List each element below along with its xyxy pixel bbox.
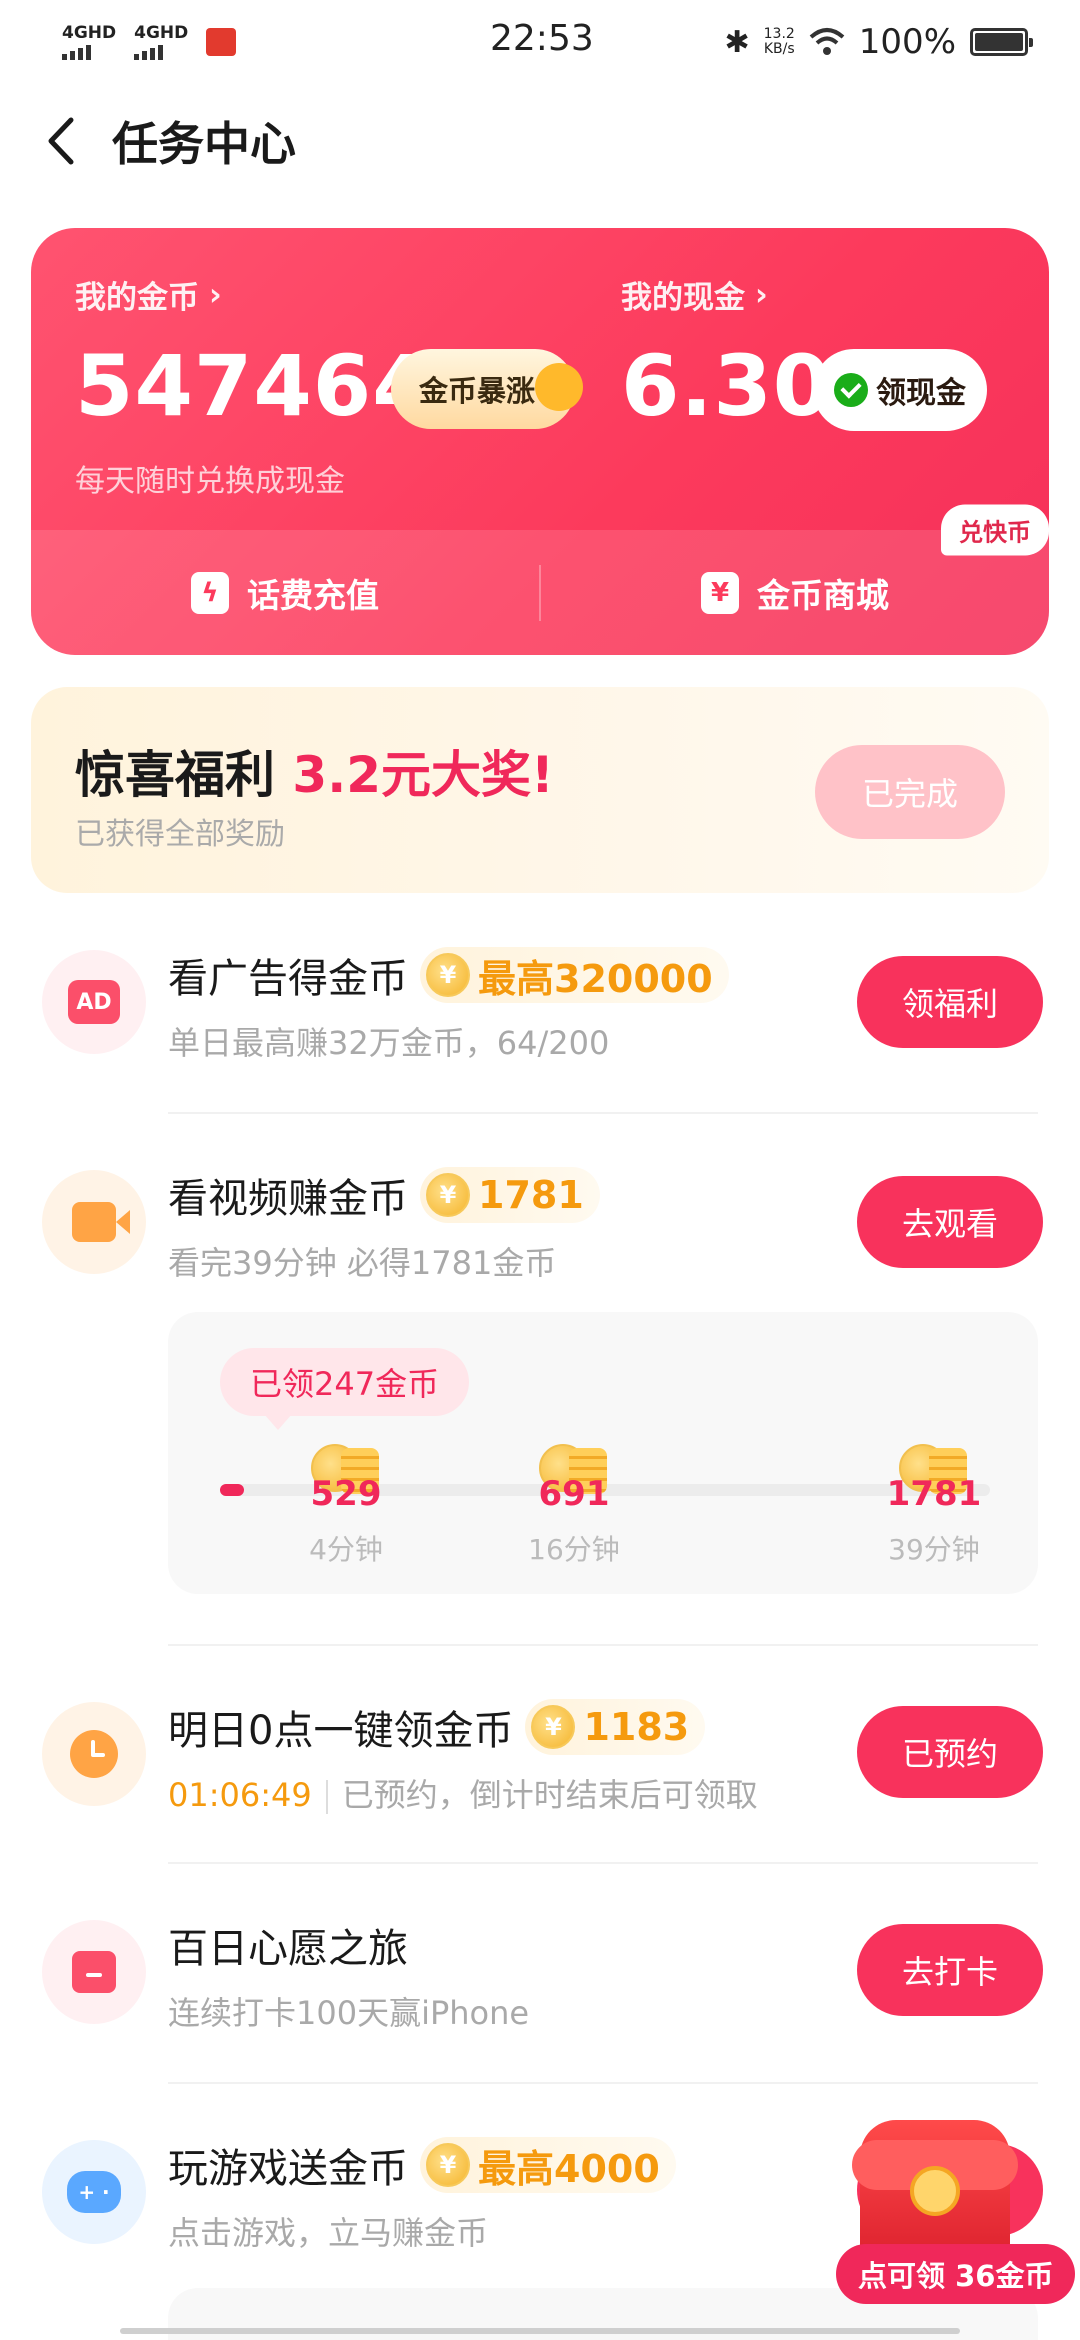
reward-badge: ¥ 最高4000 <box>420 2137 676 2193</box>
coin-card: 我的金币 › 547464 金币暴涨 我的现金 › 6.30 领现金 每天随时兑换成… <box>31 228 1049 655</box>
progress-node: 691 16分钟 <box>514 1442 634 1568</box>
go-watch-button[interactable]: 去观看 <box>857 1176 1043 1268</box>
task-subtitle: 点击游戏，立马赚金币 <box>168 2214 489 2252</box>
wechat-icon <box>834 373 868 407</box>
signal-2: 4GHD <box>134 24 188 60</box>
lightning-icon: ϟ <box>191 571 229 614</box>
net-speed: 13.2 KB/s <box>763 26 795 57</box>
my-coins-link[interactable]: 我的金币 › <box>75 272 432 317</box>
gift-icon <box>42 1920 146 2024</box>
cash-value: 6.30 <box>621 337 833 435</box>
back-button[interactable] <box>30 111 90 171</box>
withdraw-cash-button[interactable]: 领现金 <box>813 349 987 431</box>
floating-claim-label[interactable]: 点可领 36金币 <box>836 2244 1076 2304</box>
ad-icon: AD <box>42 950 146 1054</box>
surprise-done-button[interactable]: 已完成 <box>815 745 1005 839</box>
task-subtitle: 看完39分钟 必得1781金币 <box>168 1244 557 1282</box>
coin-boost-button[interactable]: 金币暴涨 <box>391 349 584 429</box>
chevron-right-icon: › <box>755 276 768 313</box>
coin-icon: ¥ <box>531 1705 576 1749</box>
task-title: 玩游戏送金币 <box>168 2146 408 2192</box>
coin-icon: ¥ <box>426 2143 470 2187</box>
battery-percent: 100% <box>858 22 956 62</box>
yen-ticket-icon: ¥ <box>701 571 739 614</box>
video-progress-panel: 已领247金币 529 4分钟 691 16分钟 1781 39分钟 <box>168 1312 1038 1594</box>
app-notification-icon <box>206 28 237 56</box>
surprise-title: 惊喜福利 3.2元大奖! <box>75 746 554 804</box>
battery-icon <box>970 28 1033 56</box>
status-time: 22:53 <box>490 18 594 59</box>
gamepad-icon: + · <box>42 2140 146 2244</box>
task-subtitle: 单日最高赚32万金币，64/200 <box>168 1024 610 1062</box>
progress-node: 1781 39分钟 <box>874 1442 994 1568</box>
reward-badge: ¥1183 <box>525 1699 706 1755</box>
my-cash-link[interactable]: 我的现金 › <box>621 272 832 317</box>
task-title: 明日0点一键领金币 <box>168 1708 514 1754</box>
reward-badge: ¥1781 <box>420 1167 600 1223</box>
progress-node: 529 4分钟 <box>286 1442 406 1568</box>
signal-1: 4GHD <box>62 24 116 60</box>
claim-welfare-button[interactable]: 领福利 <box>857 956 1043 1048</box>
status-bar: 4GHD 4GHD 22:53 ✱ 13.2 KB/s 100% <box>0 0 1080 84</box>
check-in-button[interactable]: 去打卡 <box>857 1924 1043 2016</box>
page-header: 任务中心 <box>0 96 1080 186</box>
chevron-right-icon: › <box>209 276 222 313</box>
home-indicator <box>120 2328 960 2334</box>
chevron-left-icon <box>48 117 74 165</box>
coin-icon: ¥ <box>426 953 470 997</box>
coin-mall-button[interactable]: ¥ 金币商城 <box>541 569 1049 617</box>
arrow-up-icon <box>535 363 584 411</box>
surprise-bonus-card: 惊喜福利 3.2元大奖! 已获得全部奖励 已完成 <box>31 687 1049 893</box>
reserved-button[interactable]: 已预约 <box>857 1706 1043 1798</box>
surprise-subtitle: 已获得全部奖励 <box>75 817 285 852</box>
task-title: 看广告得金币 <box>168 956 408 1002</box>
task-subtitle: 已预约，倒计时结束后可领取 <box>341 1776 758 1814</box>
phone-recharge-button[interactable]: ϟ 话费充值 <box>31 569 539 617</box>
bluetooth-icon: ✱ <box>724 24 750 60</box>
coins-value: 547464 <box>75 337 432 435</box>
coin-icon: ¥ <box>426 1173 470 1217</box>
task-subtitle: 连续打卡100天赢iPhone <box>168 1994 530 2032</box>
video-camera-icon <box>42 1170 146 1274</box>
reward-badge: ¥ 最高320000 <box>420 947 729 1003</box>
claimed-coins-bubble: 已领247金币 <box>220 1348 470 1430</box>
task-title: 百日心愿之旅 <box>168 1926 408 1972</box>
clock-icon <box>42 1702 146 1806</box>
mall-tag-badge: 兑快币 <box>941 504 1049 556</box>
coin-card-subtitle: 每天随时兑换成现金 <box>75 464 345 499</box>
page-title: 任务中心 <box>112 117 296 171</box>
countdown-timer: 01:06:49 <box>168 1776 312 1814</box>
wifi-icon <box>809 28 845 55</box>
task-title: 看视频赚金币 <box>168 1176 408 1222</box>
